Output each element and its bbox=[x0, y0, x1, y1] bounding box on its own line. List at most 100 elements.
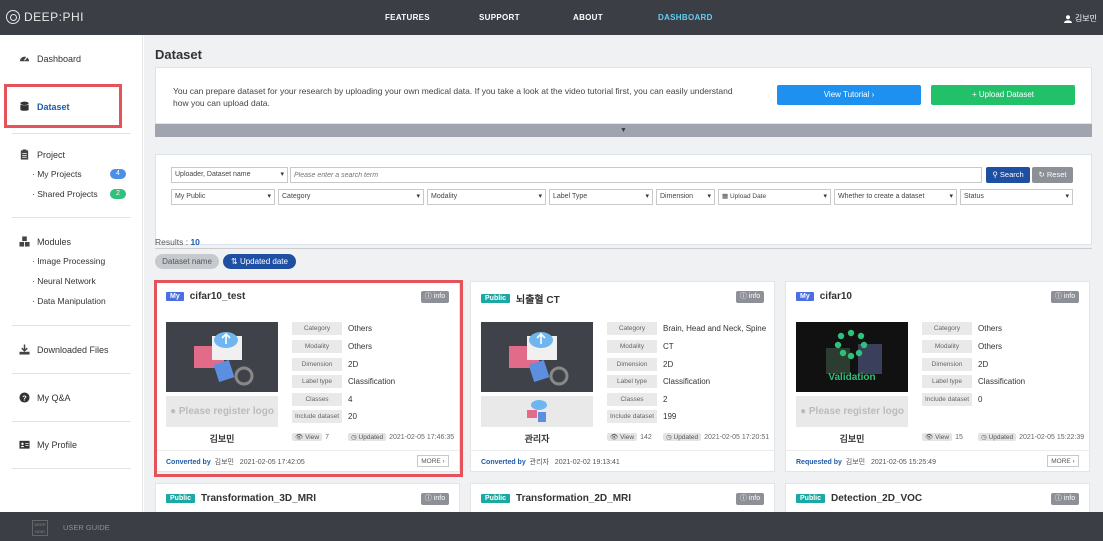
sidebar-item-downloaded-files[interactable]: Downloaded Files bbox=[19, 344, 109, 355]
category-select[interactable]: Category ▾ bbox=[278, 189, 424, 205]
chevron-down-icon: ▾ bbox=[538, 193, 542, 200]
uploader-name: 김보민 bbox=[839, 434, 865, 444]
sidebar-item-neural-network[interactable]: · Neural Network bbox=[32, 276, 96, 286]
create-dataset-select[interactable]: Whether to create a dataset ▾ bbox=[834, 189, 957, 205]
view-count: 142 bbox=[640, 433, 652, 441]
dataset-card[interactable]: Public 뇌출혈 CT ⓘ info 관리자 Category Brain, … bbox=[470, 281, 775, 472]
calendar-icon: ▦ bbox=[722, 193, 729, 200]
sidebar-divider bbox=[12, 373, 131, 374]
info-button[interactable]: ⓘ info bbox=[1051, 291, 1079, 303]
dataset-title[interactable]: Transformation_3D_MRI bbox=[201, 493, 316, 504]
meta-modality: Modality Others bbox=[922, 340, 1002, 353]
sidebar-item-qa[interactable]: ? My Q&A bbox=[19, 392, 71, 403]
results-count: Results : 10 bbox=[155, 237, 200, 247]
info-button[interactable]: ⓘ info bbox=[736, 493, 764, 505]
create-dataset-value: Whether to create a dataset bbox=[838, 193, 925, 200]
upload-logo-icon bbox=[527, 400, 547, 422]
upload-date-picker[interactable]: ▦ Upload Date ▾ bbox=[718, 189, 831, 205]
search-type-value: Uploader, Dataset name bbox=[175, 171, 251, 178]
nav-support[interactable]: SUPPORT bbox=[479, 0, 520, 35]
results-label: Results : bbox=[155, 237, 191, 247]
footer-label: Requested by bbox=[796, 459, 842, 466]
search-button[interactable]: ⚲ Search bbox=[986, 167, 1030, 183]
dataset-title[interactable]: Transformation_2D_MRI bbox=[516, 493, 631, 504]
meta-label-type: Label type Classification bbox=[922, 375, 1025, 388]
card-highlight-box bbox=[154, 280, 463, 477]
meta-category: Category Brain, Head and Neck, Spine bbox=[607, 322, 766, 335]
meta-label: Label type bbox=[607, 375, 657, 388]
dataset-card[interactable]: My cifar10 ⓘ info Validation ● Please re… bbox=[785, 281, 1090, 472]
view-pill: 👁 View bbox=[607, 433, 638, 441]
meta-category: Category Others bbox=[922, 322, 1002, 335]
chevron-down-icon: ▾ bbox=[280, 171, 284, 178]
meta-label: Modality bbox=[607, 340, 657, 353]
sidebar-item-data-manipulation[interactable]: · Data Manipulation bbox=[32, 296, 106, 306]
info-button[interactable]: ⓘ info bbox=[421, 493, 449, 505]
chevron-down-icon: ▾ bbox=[949, 193, 953, 200]
info-button[interactable]: ⓘ info bbox=[736, 291, 764, 303]
meta-label: Dimension bbox=[607, 358, 657, 371]
sidebar-item-project[interactable]: Project bbox=[19, 149, 65, 160]
collapse-toggle-bar[interactable]: ▼ bbox=[155, 124, 1092, 137]
meta-label: Category bbox=[607, 322, 657, 335]
my-tag: My bbox=[796, 292, 814, 301]
search-input[interactable] bbox=[290, 167, 982, 183]
sort-updated-date-button[interactable]: ⇅ Updated date bbox=[223, 254, 296, 269]
nav-about[interactable]: ABOUT bbox=[573, 0, 603, 35]
sidebar-item-image-processing[interactable]: · Image Processing bbox=[32, 256, 105, 266]
sort-updated-date-label: Updated date bbox=[239, 257, 288, 266]
caret-down-icon: ▼ bbox=[620, 127, 627, 134]
meta-value: 199 bbox=[663, 412, 677, 421]
dataset-title[interactable]: 뇌출혈 CT bbox=[516, 291, 560, 306]
footer-user: 관리자 bbox=[529, 459, 549, 466]
status-select[interactable]: Status ▾ bbox=[960, 189, 1073, 205]
sidebar-item-dashboard[interactable]: Dashboard bbox=[19, 53, 81, 64]
meta-label-type: Label type Classification bbox=[607, 375, 710, 388]
my-public-select[interactable]: My Public ▾ bbox=[171, 189, 275, 205]
main-content: Dataset You can prepare dataset for your… bbox=[144, 35, 1103, 523]
meta-label: Modality bbox=[922, 340, 972, 353]
dimension-select[interactable]: Dimension ▾ bbox=[656, 189, 715, 205]
modality-select[interactable]: Modality ▾ bbox=[427, 189, 546, 205]
more-button[interactable]: MORE › bbox=[1047, 455, 1079, 467]
info-button[interactable]: ⓘ info bbox=[1051, 493, 1079, 505]
sort-dataset-name-button[interactable]: Dataset name bbox=[155, 254, 219, 269]
sidebar-label-downloaded-files: Downloaded Files bbox=[37, 344, 109, 355]
label-type-select[interactable]: Label Type ▾ bbox=[549, 189, 653, 205]
eye-icon: 👁 bbox=[610, 434, 619, 441]
chevron-down-icon: ▾ bbox=[707, 193, 711, 200]
footer-label: Converted by bbox=[481, 459, 526, 466]
user-menu[interactable]: 김보민 bbox=[1063, 13, 1097, 24]
user-guide-link[interactable]: USER GUIDE bbox=[63, 523, 110, 532]
sidebar-item-profile[interactable]: My Profile bbox=[19, 439, 77, 450]
info-label: info bbox=[1063, 293, 1076, 300]
updated-date: 2021-02-05 15:22:39 bbox=[1019, 433, 1085, 441]
sidebar-item-modules[interactable]: Modules bbox=[19, 236, 71, 247]
validation-label: Validation bbox=[828, 372, 876, 383]
sidebar-item-shared-projects[interactable]: · Shared Projects bbox=[32, 189, 98, 199]
dataset-title[interactable]: Detection_2D_VOC bbox=[831, 493, 922, 504]
register-logo-placeholder[interactable]: ● Please register logo bbox=[796, 396, 908, 427]
search-type-select[interactable]: Uploader, Dataset name ▾ bbox=[171, 167, 288, 183]
deepphi-logo[interactable]: DEEP:PHI bbox=[6, 10, 84, 24]
page-title: Dataset bbox=[155, 47, 202, 62]
meta-value: 0 bbox=[978, 395, 983, 404]
card-footer-info: Converted by 관리자 2021-02-02 19:13:41 bbox=[481, 457, 620, 467]
sidebar-divider bbox=[12, 468, 131, 469]
dataset-title[interactable]: cifar10 bbox=[820, 291, 852, 302]
filter-panel: Uploader, Dataset name ▾ ⚲ Search ↻ Reset… bbox=[155, 154, 1092, 245]
card-footer-info: Requested by 김보민 2021-02-05 15:25:49 bbox=[796, 457, 936, 467]
sidebar-item-my-projects[interactable]: · My Projects bbox=[32, 169, 82, 179]
reset-button[interactable]: ↻ Reset bbox=[1032, 167, 1073, 183]
clock-icon: ◷ bbox=[666, 434, 672, 441]
label-type-value: Label Type bbox=[553, 193, 588, 200]
footer-date: 2021-02-05 15:25:49 bbox=[870, 459, 936, 466]
nav-dashboard[interactable]: DASHBOARD bbox=[658, 0, 713, 35]
dataset-logo bbox=[481, 396, 593, 427]
gauge-icon bbox=[19, 56, 30, 62]
upload-dataset-button[interactable]: + Upload Dataset bbox=[931, 85, 1075, 105]
view-tutorial-button[interactable]: View Tutorial › bbox=[777, 85, 921, 105]
view-count: 15 bbox=[955, 433, 963, 441]
nav-features[interactable]: FEATURES bbox=[385, 0, 430, 35]
reset-icon: ↻ bbox=[1038, 170, 1045, 179]
